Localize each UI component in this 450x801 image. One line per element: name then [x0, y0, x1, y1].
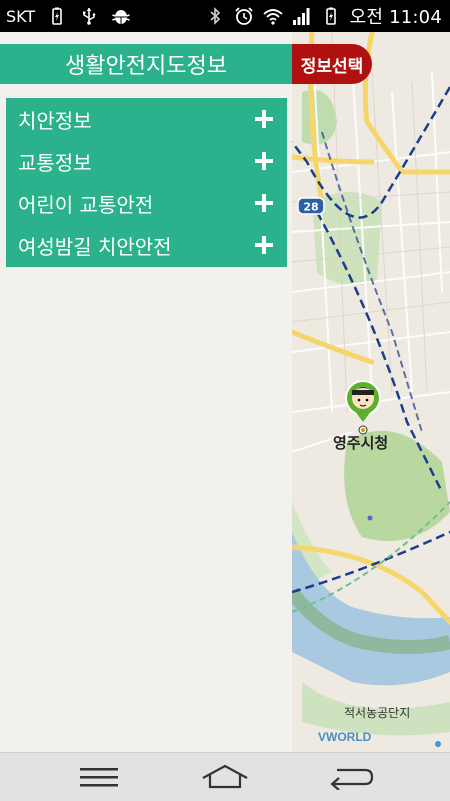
carrier-label: SKT	[6, 6, 36, 26]
map-view[interactable]: 28	[292, 32, 450, 752]
menu-icon	[78, 765, 120, 789]
menu-item-label: 어린이 교통안전	[18, 192, 154, 217]
status-bar: SKT 오전 11:04	[0, 0, 450, 32]
bluetooth-icon	[205, 6, 225, 26]
menu-item-label: 교통정보	[18, 150, 92, 175]
menu-item-women-night-safety[interactable]: 여성밤길 치안안전	[6, 224, 287, 266]
menu-item-traffic-info[interactable]: 교통정보	[6, 140, 287, 182]
android-debug-icon	[111, 6, 131, 26]
info-select-button[interactable]: 정보선택	[292, 44, 372, 84]
navigation-drawer: 생활안전지도정보 치안정보 교통정보 어린이 교통안전 여성밤길 치안안전	[0, 32, 292, 752]
plus-icon[interactable]	[255, 110, 273, 128]
menu-item-label: 여성밤길 치안안전	[18, 234, 172, 259]
city-hall-label: 영주시청	[333, 434, 389, 452]
plus-icon[interactable]	[255, 236, 273, 254]
status-bar-left: SKT	[6, 0, 131, 32]
menu-item-crime-info[interactable]: 치안정보	[6, 98, 287, 140]
home-icon	[200, 764, 250, 790]
back-button[interactable]	[306, 753, 396, 801]
svg-text:28: 28	[303, 201, 318, 214]
menu-list: 치안정보 교통정보 어린이 교통안전 여성밤길 치안안전	[6, 98, 287, 267]
menu-button[interactable]	[54, 753, 144, 801]
industrial-complex-label: 적서농공단지	[344, 706, 411, 720]
usb-icon	[79, 6, 99, 26]
plus-icon[interactable]	[255, 152, 273, 170]
battery-charging-icon	[47, 6, 67, 26]
vworld-attribution: VWORLD	[318, 730, 372, 744]
plus-icon[interactable]	[255, 194, 273, 212]
back-icon	[327, 764, 375, 790]
route-28-badge: 28	[297, 197, 325, 215]
battery-icon	[321, 6, 341, 26]
menu-item-label: 치안정보	[18, 108, 92, 133]
signal-icon	[292, 6, 312, 26]
clock: 오전 11:04	[349, 7, 442, 28]
status-bar-right: 오전 11:04	[205, 0, 442, 32]
home-button[interactable]	[180, 753, 270, 801]
system-nav-bar	[0, 752, 450, 801]
alarm-icon	[234, 6, 254, 26]
menu-item-child-traffic-safety[interactable]: 어린이 교통안전	[6, 182, 287, 224]
drawer-title: 생활안전지도정보	[0, 44, 292, 84]
wifi-icon	[263, 6, 283, 26]
